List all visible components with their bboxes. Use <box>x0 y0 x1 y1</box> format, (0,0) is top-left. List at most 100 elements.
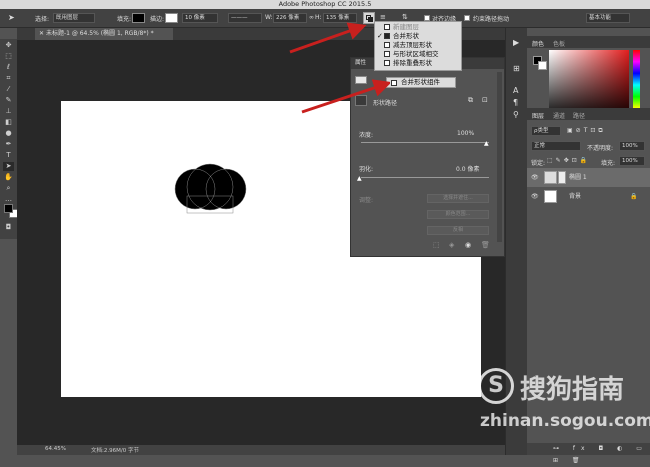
layer-thumbnail <box>544 190 557 203</box>
density-label: 浓度: <box>359 132 374 139</box>
properties-scrollbar[interactable] <box>497 72 502 242</box>
title-bar: Adobe Photoshop CC 2015.5 <box>0 0 650 9</box>
eye-icon[interactable]: 👁 <box>531 187 539 206</box>
eraser-tool-icon[interactable]: ◧ <box>3 118 14 127</box>
annotation-arrows <box>289 22 390 114</box>
constrain-checkbox[interactable] <box>464 15 470 21</box>
menu-item-exclude-overlap-label: 排除重叠形状 <box>393 59 432 67</box>
tools-panel: ✥ ⬚ ℓ ⌗ ⁄ ✎ ⊥ ◧ ● ✒ T ➤ ✋ ⌕ … ◘ <box>0 39 18 239</box>
status-bar: 64.45% 文档:2.96M/0 字节 <box>17 445 505 455</box>
lock-label: 锁定: <box>531 160 546 167</box>
stroke-size-field[interactable]: 10 像素 <box>182 13 218 23</box>
path-arrangement-icon[interactable]: ⇅ <box>402 13 408 21</box>
density-value[interactable]: 100% <box>457 130 474 137</box>
invert-button[interactable]: 反相 <box>427 226 489 235</box>
watermark-url: zhinan.sogou.com <box>480 411 650 431</box>
visibility-icon[interactable]: ◉ <box>465 241 471 249</box>
density-slider[interactable] <box>361 142 489 143</box>
hand-tool-icon[interactable]: ✋ <box>3 173 14 182</box>
path-select-tool-icon[interactable]: ➤ <box>8 13 15 22</box>
delete-icon[interactable]: 🗑 <box>481 241 490 249</box>
load-selection-icon[interactable]: ⬚ <box>433 241 440 249</box>
panel-background-swatch[interactable] <box>538 61 547 70</box>
channels-tab[interactable]: 通道 <box>553 111 565 120</box>
marquee-tool-icon[interactable]: ⬚ <box>3 52 14 61</box>
opacity-field[interactable]: 100% <box>619 141 645 151</box>
document-tab[interactable]: ✕ 未标题-1 @ 64.5% (椭圆 1, RGB/8*) * <box>35 28 173 40</box>
feather-value[interactable]: 0.0 像素 <box>456 164 479 173</box>
select-dropdown[interactable]: 既用图层 <box>53 13 95 23</box>
lock-icon: 🔒 <box>630 193 638 200</box>
lock-icons[interactable]: ⬚✎✥⊡🔒 <box>547 157 590 164</box>
stamp-tool-icon[interactable]: ⊥ <box>3 107 14 116</box>
workspace-dropdown[interactable]: 基本功能 <box>586 13 630 23</box>
color-panel-tabs: 颜色 色板 <box>527 36 650 48</box>
stroke-type-dropdown[interactable]: ——— <box>228 13 262 23</box>
fill-label: 填充: <box>601 160 616 167</box>
add-pixel-mask-icon[interactable]: ⧉ <box>468 96 473 105</box>
stroke-swatch[interactable] <box>165 13 178 23</box>
color-tab[interactable]: 颜色 <box>532 39 544 48</box>
more-tools-icon[interactable]: … <box>3 195 14 204</box>
menu-item-new-layer-label: 新建图层 <box>393 23 419 31</box>
apply-mask-icon[interactable]: ◈ <box>449 241 454 249</box>
crop-tool-icon[interactable]: ⌗ <box>3 74 14 83</box>
watermark: S 搜狗指南 zhinan.sogou.com <box>478 365 650 455</box>
adjust-label: 调整: <box>359 197 374 204</box>
lasso-tool-icon[interactable]: ℓ <box>3 63 14 72</box>
density-slider-handle[interactable]: ▲ <box>484 140 489 147</box>
add-vector-mask-icon[interactable]: ⊡ <box>482 96 488 104</box>
select-and-mask-button[interactable]: 选择并遮住... <box>427 194 489 203</box>
document-tab-label: 未标题-1 @ 64.5% (椭圆 1, RGB/8*) * <box>45 30 154 37</box>
watermark-brand: 搜狗指南 <box>520 375 625 405</box>
fill-label: 填充: <box>117 16 132 23</box>
glyphs-icon[interactable]: ⚲ <box>513 110 519 119</box>
paths-tab[interactable]: 路径 <box>573 111 585 120</box>
close-icon[interactable]: ✕ <box>39 30 46 37</box>
layer-filter-dropdown[interactable]: ρ类型 <box>531 126 561 136</box>
history-icon[interactable]: ▶ <box>513 38 519 47</box>
blur-tool-icon[interactable]: ● <box>3 129 14 138</box>
layer-name[interactable]: 背景 <box>569 187 581 206</box>
app-title: Adobe Photoshop CC 2015.5 <box>278 0 372 8</box>
merge-components-icon <box>391 80 397 86</box>
layers-panel-tabs: 图层 通道 路径 <box>527 108 650 120</box>
select-label: 选择: <box>35 16 50 23</box>
brush-tool-icon[interactable]: ✎ <box>3 96 14 105</box>
w-label: W: <box>265 14 273 21</box>
zoom-tool-icon[interactable]: ⌕ <box>3 184 14 193</box>
quick-mask-icon[interactable]: ◘ <box>3 223 14 232</box>
eyedropper-tool-icon[interactable]: ⁄ <box>3 85 14 94</box>
layer-row[interactable]: 👁 背景 🔒 <box>527 187 650 206</box>
layers-tab[interactable]: 图层 <box>532 111 544 120</box>
doc-size: 文档:2.96M/0 字节 <box>91 448 139 454</box>
character-icon[interactable]: A <box>513 86 518 95</box>
type-tool-icon[interactable]: T <box>3 151 14 160</box>
swatches-tab[interactable]: 色板 <box>553 39 565 48</box>
foreground-color-swatch[interactable] <box>4 204 13 213</box>
layer-name[interactable]: 椭圆 1 <box>569 168 587 187</box>
blend-mode-dropdown[interactable]: 正常 <box>531 141 581 151</box>
merge-shape-components-item[interactable]: 合并形状组件 <box>386 77 456 88</box>
feather-slider[interactable] <box>361 177 489 178</box>
properties-dock-icon[interactable]: ⊞ <box>513 64 520 73</box>
fill-field[interactable]: 100% <box>619 156 645 166</box>
menu-item-subtract-front-label: 减去顶层形状 <box>393 41 432 49</box>
path-selection-tool-icon[interactable]: ➤ <box>3 162 14 171</box>
layer-row[interactable]: 👁 椭圆 1 <box>527 168 650 187</box>
color-range-button[interactable]: 颜色范围... <box>427 210 489 219</box>
menu-item-intersect-label: 与形状区域相交 <box>393 50 439 58</box>
constrain-label: 约束路径拖动 <box>473 16 510 23</box>
fill-swatch[interactable] <box>132 13 145 23</box>
eye-icon[interactable]: 👁 <box>531 168 539 187</box>
menu-item-combine-shapes-label: 合并形状 <box>393 32 419 40</box>
layer-filter-icons[interactable]: ▣⊘T⊡⧉ <box>567 127 606 135</box>
zoom-level[interactable]: 64.45% <box>45 446 66 452</box>
layer-thumbnail <box>544 171 557 184</box>
move-tool-icon[interactable]: ✥ <box>3 41 14 50</box>
opacity-label: 不透明度: <box>587 145 614 152</box>
pen-tool-icon[interactable]: ✒ <box>3 140 14 149</box>
feather-slider-handle[interactable]: ▲ <box>357 175 362 182</box>
feather-label: 羽化: <box>359 166 374 173</box>
paragraph-icon[interactable]: ¶ <box>513 98 518 107</box>
